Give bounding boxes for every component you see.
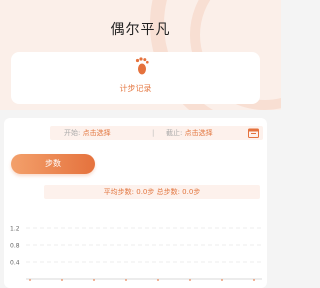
step-record-label: 计步记录: [119, 84, 152, 93]
step-chart: 1.2 0.8 0.4: [10, 226, 262, 281]
calendar-icon[interactable]: [248, 128, 259, 138]
end-date-label: 截止:: [166, 129, 183, 137]
tab-steps[interactable]: 步数: [11, 154, 95, 174]
y-tick-label: 1.2: [10, 226, 20, 233]
y-tick-label: 0.8: [10, 243, 20, 250]
start-date-label: 开始:: [64, 129, 81, 137]
page-title: 偶尔平凡: [110, 22, 171, 38]
start-date-picker[interactable]: 开始: 点击选择: [64, 126, 111, 140]
date-separator: |: [152, 129, 155, 137]
footprint-icon: [135, 57, 149, 75]
end-date-picker[interactable]: 截止: 点击选择: [166, 126, 213, 140]
start-date-value: 点击选择: [82, 129, 111, 137]
stats-panel: 开始: 点击选择 | 截止: 点击选择 步数 平均步数: 0.0步 总步数: 0…: [4, 118, 267, 288]
end-date-value: 点击选择: [184, 129, 213, 137]
y-tick-label: 0.4: [10, 260, 20, 267]
stats-summary: 平均步数: 0.0步 总步数: 0.0步: [44, 185, 260, 199]
date-range-filter: 开始: 点击选择 | 截止: 点击选择: [50, 126, 263, 140]
step-record-card[interactable]: 计步记录: [11, 52, 260, 104]
